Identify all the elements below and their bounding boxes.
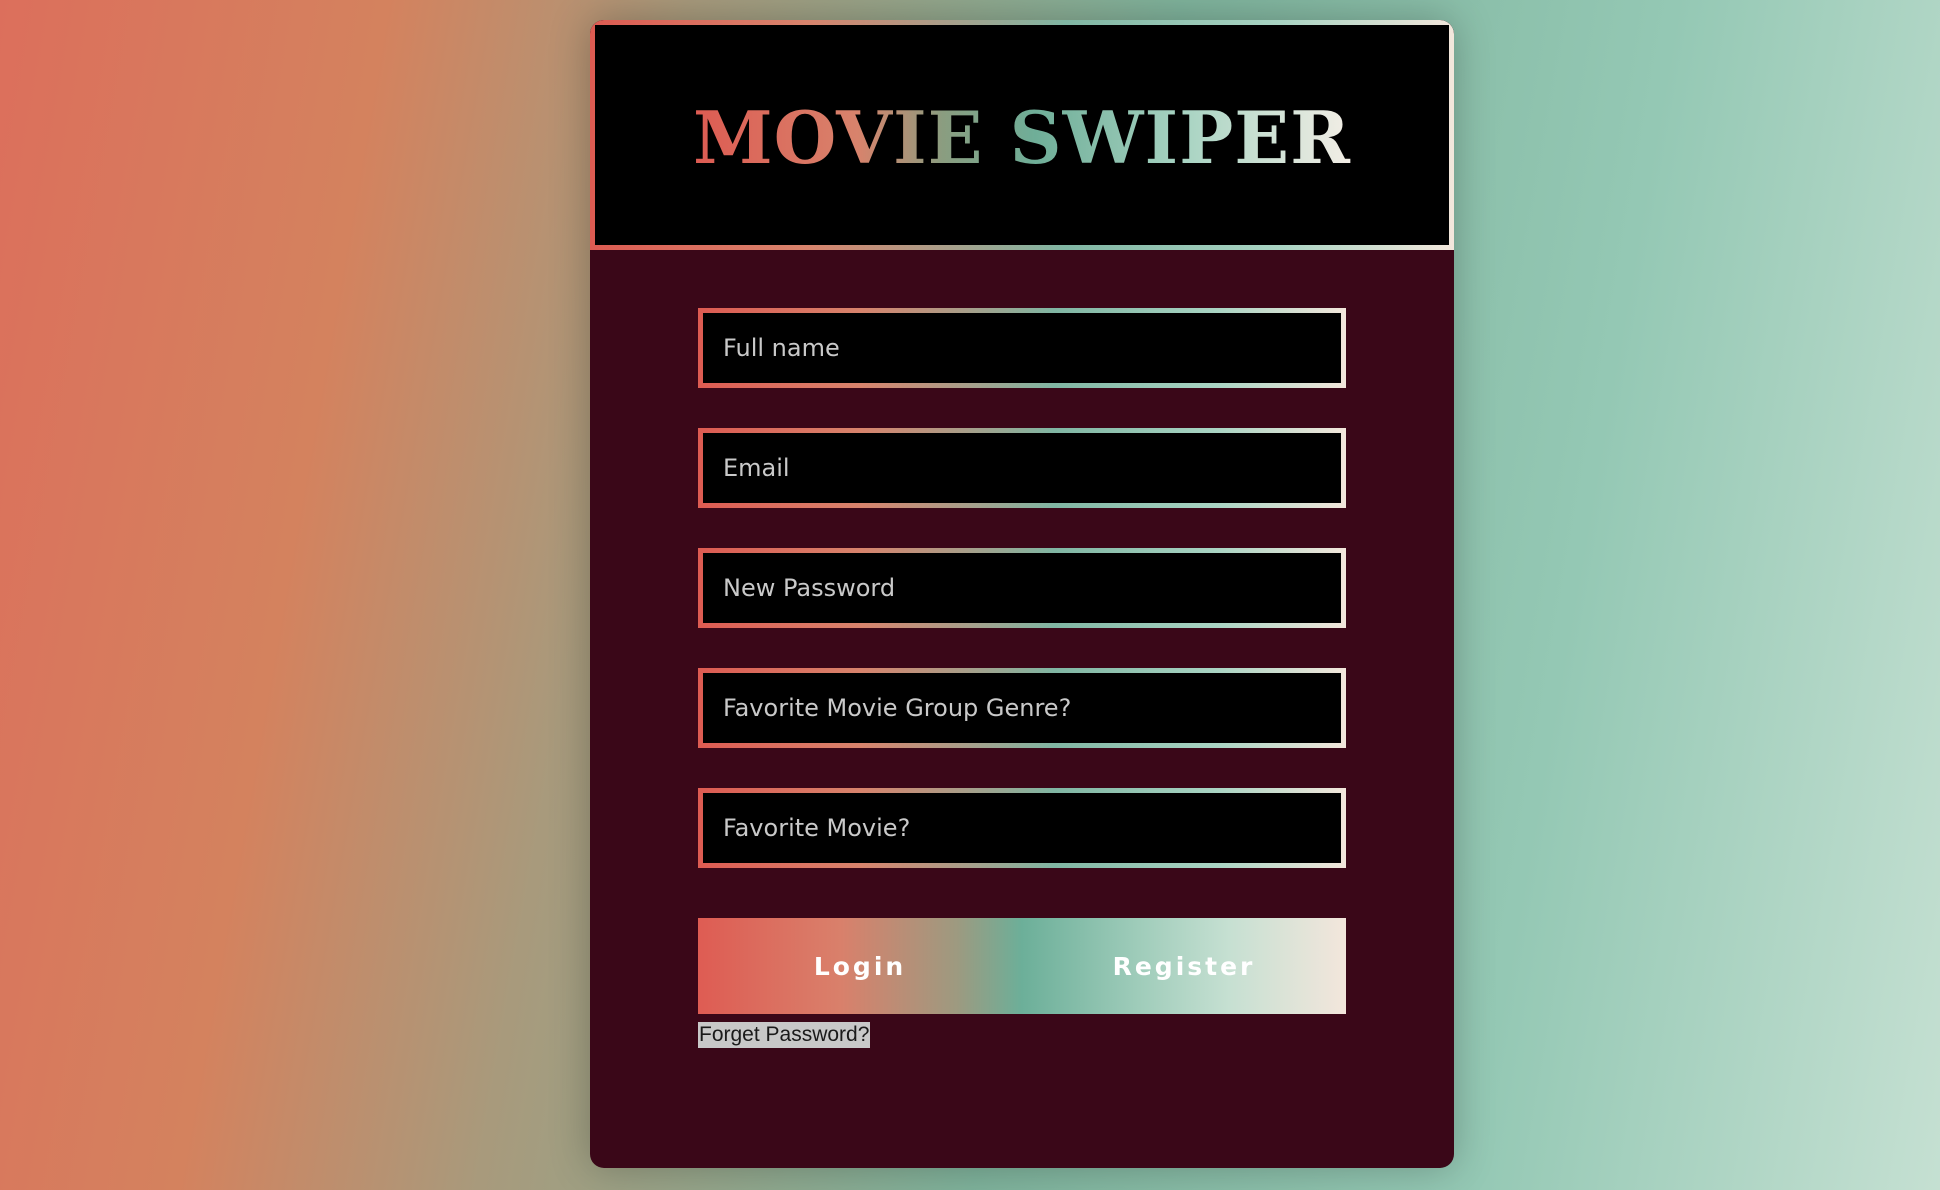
favorite-genre-field-wrapper — [698, 668, 1346, 748]
favorite-genre-input[interactable] — [703, 673, 1341, 743]
email-input[interactable] — [703, 433, 1341, 503]
email-field-wrapper — [698, 428, 1346, 508]
login-button[interactable]: Login — [698, 918, 1022, 1014]
header-inner: MOVIE SWIPER — [595, 25, 1449, 245]
app-title: MOVIE SWIPER — [692, 94, 1352, 180]
card-header: MOVIE SWIPER — [590, 20, 1454, 250]
new-password-input[interactable] — [703, 553, 1341, 623]
full-name-input[interactable] — [703, 313, 1341, 383]
full-name-field-wrapper — [698, 308, 1346, 388]
signup-card: MOVIE SWIPER Login Register Forget Passw… — [590, 20, 1454, 1168]
forget-password-link[interactable]: Forget Password? — [698, 1022, 871, 1048]
favorite-movie-input[interactable] — [703, 793, 1341, 863]
action-buttons: Login Register — [698, 918, 1346, 1014]
register-button[interactable]: Register — [1022, 918, 1346, 1014]
favorite-movie-field-wrapper — [698, 788, 1346, 868]
new-password-field-wrapper — [698, 548, 1346, 628]
